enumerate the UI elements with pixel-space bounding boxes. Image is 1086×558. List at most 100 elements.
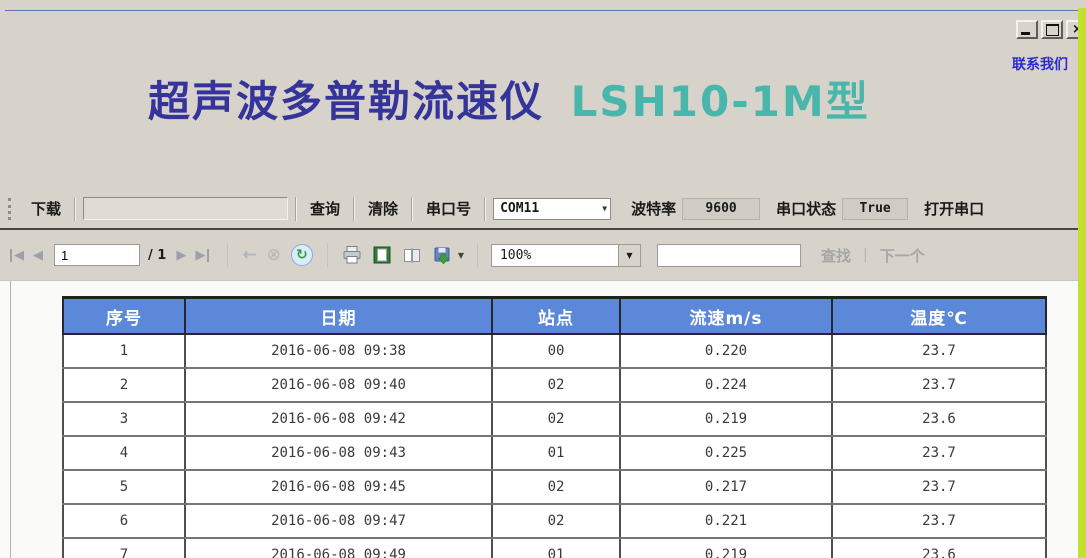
report-edge-line (10, 281, 11, 558)
page-number-input[interactable] (54, 244, 140, 266)
previous-page-icon[interactable]: ◀ (33, 249, 43, 262)
find-next-button[interactable]: 下一个 (880, 245, 925, 266)
zoom-value: 100% (490, 243, 619, 267)
chevron-down-icon[interactable]: ▼ (618, 243, 641, 267)
maximize-button[interactable] (1041, 20, 1063, 39)
table-row: 6 2016-06-08 09:47 02 0.221 23.7 (62, 503, 1047, 539)
port-status-label: 串口状态 (776, 200, 837, 218)
cell: 02 (491, 367, 621, 403)
cell: 2016-06-08 09:42 (184, 401, 493, 437)
cell: 0.221 (619, 503, 833, 539)
toolbar-grip-icon[interactable] (8, 197, 15, 220)
find-separator: | (863, 247, 868, 263)
contact-link[interactable]: 联系我们 (1012, 54, 1068, 74)
table-header-row: 序号 日期 站点 流速m/s 温度℃ (62, 296, 1047, 335)
find-input[interactable] (656, 243, 801, 267)
cell: 2016-06-08 09:45 (184, 469, 493, 505)
stop-refresh-icon[interactable]: ⊗ (267, 245, 281, 265)
cell: 23.6 (831, 537, 1047, 558)
table-row: 4 2016-06-08 09:43 01 0.225 23.7 (62, 435, 1047, 471)
toolbar-separator (74, 196, 77, 221)
cell: 2016-06-08 09:38 (184, 333, 493, 369)
minimize-button[interactable] (1016, 20, 1038, 39)
export-dropdown-icon[interactable]: ▼ (458, 251, 464, 260)
data-table: 序号 日期 站点 流速m/s 温度℃ 1 2016-06-08 09:38 00… (62, 296, 1047, 558)
port-status-value: True (842, 197, 909, 220)
cell: 2016-06-08 09:40 (184, 367, 493, 403)
com-port-label: 串口号 (426, 200, 472, 218)
back-icon[interactable]: ← (242, 245, 256, 265)
toolbar-separator (326, 243, 328, 267)
export-icon[interactable] (432, 245, 452, 265)
cell: 23.7 (831, 367, 1047, 403)
cell: 01 (491, 435, 621, 471)
table-row: 2 2016-06-08 09:40 02 0.224 23.7 (62, 367, 1047, 403)
column-header-date: 日期 (184, 296, 493, 335)
column-header-temperature: 温度℃ (831, 296, 1047, 335)
toolbar-separator (295, 196, 298, 221)
toolbar-separator (353, 196, 356, 221)
cell: 02 (491, 401, 621, 437)
toolbar-separator (227, 243, 229, 267)
main-toolbar: 下载 查询 清除 串口号 COM11 ▼ 波特率 9600 串口状态 True … (0, 189, 1086, 228)
download-input[interactable] (83, 197, 289, 220)
app-window: × 联系我们 超声波多普勒流速仪 LSH10-1M型 下载 查询 清除 串口号 … (0, 0, 1086, 558)
cell: 3 (62, 401, 186, 437)
zoom-select[interactable]: 100% ▼ (490, 243, 641, 267)
toolbar-separator (411, 196, 414, 221)
column-header-station: 站点 (491, 296, 621, 335)
cell: 0.219 (619, 401, 833, 437)
baud-rate-value: 9600 (682, 197, 761, 220)
com-port-select[interactable]: COM11 ▼ (493, 197, 612, 220)
cell: 23.6 (831, 401, 1047, 437)
chevron-down-icon[interactable]: ▼ (602, 204, 607, 213)
title-main: 超声波多普勒流速仪 (148, 77, 545, 126)
page-title: 超声波多普勒流速仪 LSH10-1M型 (148, 68, 870, 129)
toolbar-separator (476, 243, 478, 267)
cell: 5 (62, 469, 186, 505)
last-page-icon[interactable]: ▶ (195, 248, 210, 262)
query-button[interactable]: 查询 (304, 196, 346, 221)
cell: 23.7 (831, 333, 1047, 369)
refresh-icon[interactable]: ↻ (290, 244, 313, 266)
cell: 02 (491, 503, 621, 539)
minimize-icon (1021, 32, 1030, 35)
cell: 0.225 (619, 435, 833, 471)
right-edge-strip (1078, 8, 1086, 558)
cell: 0.219 (619, 537, 833, 558)
cell: 2016-06-08 09:49 (184, 537, 493, 558)
download-button[interactable]: 下载 (25, 196, 67, 221)
cell: 1 (62, 333, 186, 369)
column-header-velocity: 流速m/s (619, 296, 833, 335)
cell: 0.220 (619, 333, 833, 369)
cell: 23.7 (831, 503, 1047, 539)
cell: 23.7 (831, 435, 1047, 471)
cell: 2 (62, 367, 186, 403)
com-port-value: COM11 (500, 201, 540, 216)
first-page-icon[interactable]: ◀ (10, 248, 24, 262)
cell: 7 (62, 537, 186, 558)
title-model: LSH10-1M型 (570, 77, 870, 126)
column-header-index: 序号 (62, 296, 186, 335)
cell: 02 (491, 469, 621, 505)
maximize-icon (1046, 24, 1059, 36)
open-port-button[interactable]: 打开串口 (918, 196, 990, 221)
cell: 0.217 (619, 469, 833, 505)
table-row: 1 2016-06-08 09:38 00 0.220 23.7 (62, 333, 1047, 369)
print-layout-icon[interactable] (372, 245, 392, 265)
find-button[interactable]: 查找 (821, 245, 851, 266)
cell: 00 (491, 333, 621, 369)
next-page-icon[interactable]: ▶ (176, 249, 186, 262)
table-row: 3 2016-06-08 09:42 02 0.219 23.6 (62, 401, 1047, 437)
cell: 4 (62, 435, 186, 471)
cell: 01 (491, 537, 621, 558)
cell: 2016-06-08 09:47 (184, 503, 493, 539)
window-titlebar (5, 10, 1080, 42)
print-icon[interactable] (342, 245, 362, 265)
toolbar-separator (484, 196, 487, 221)
table-row: 5 2016-06-08 09:45 02 0.217 23.7 (62, 469, 1047, 505)
cell: 2016-06-08 09:43 (184, 435, 493, 471)
baud-rate-label: 波特率 (631, 200, 677, 218)
clear-button[interactable]: 清除 (362, 196, 404, 221)
page-setup-icon[interactable] (402, 245, 422, 265)
